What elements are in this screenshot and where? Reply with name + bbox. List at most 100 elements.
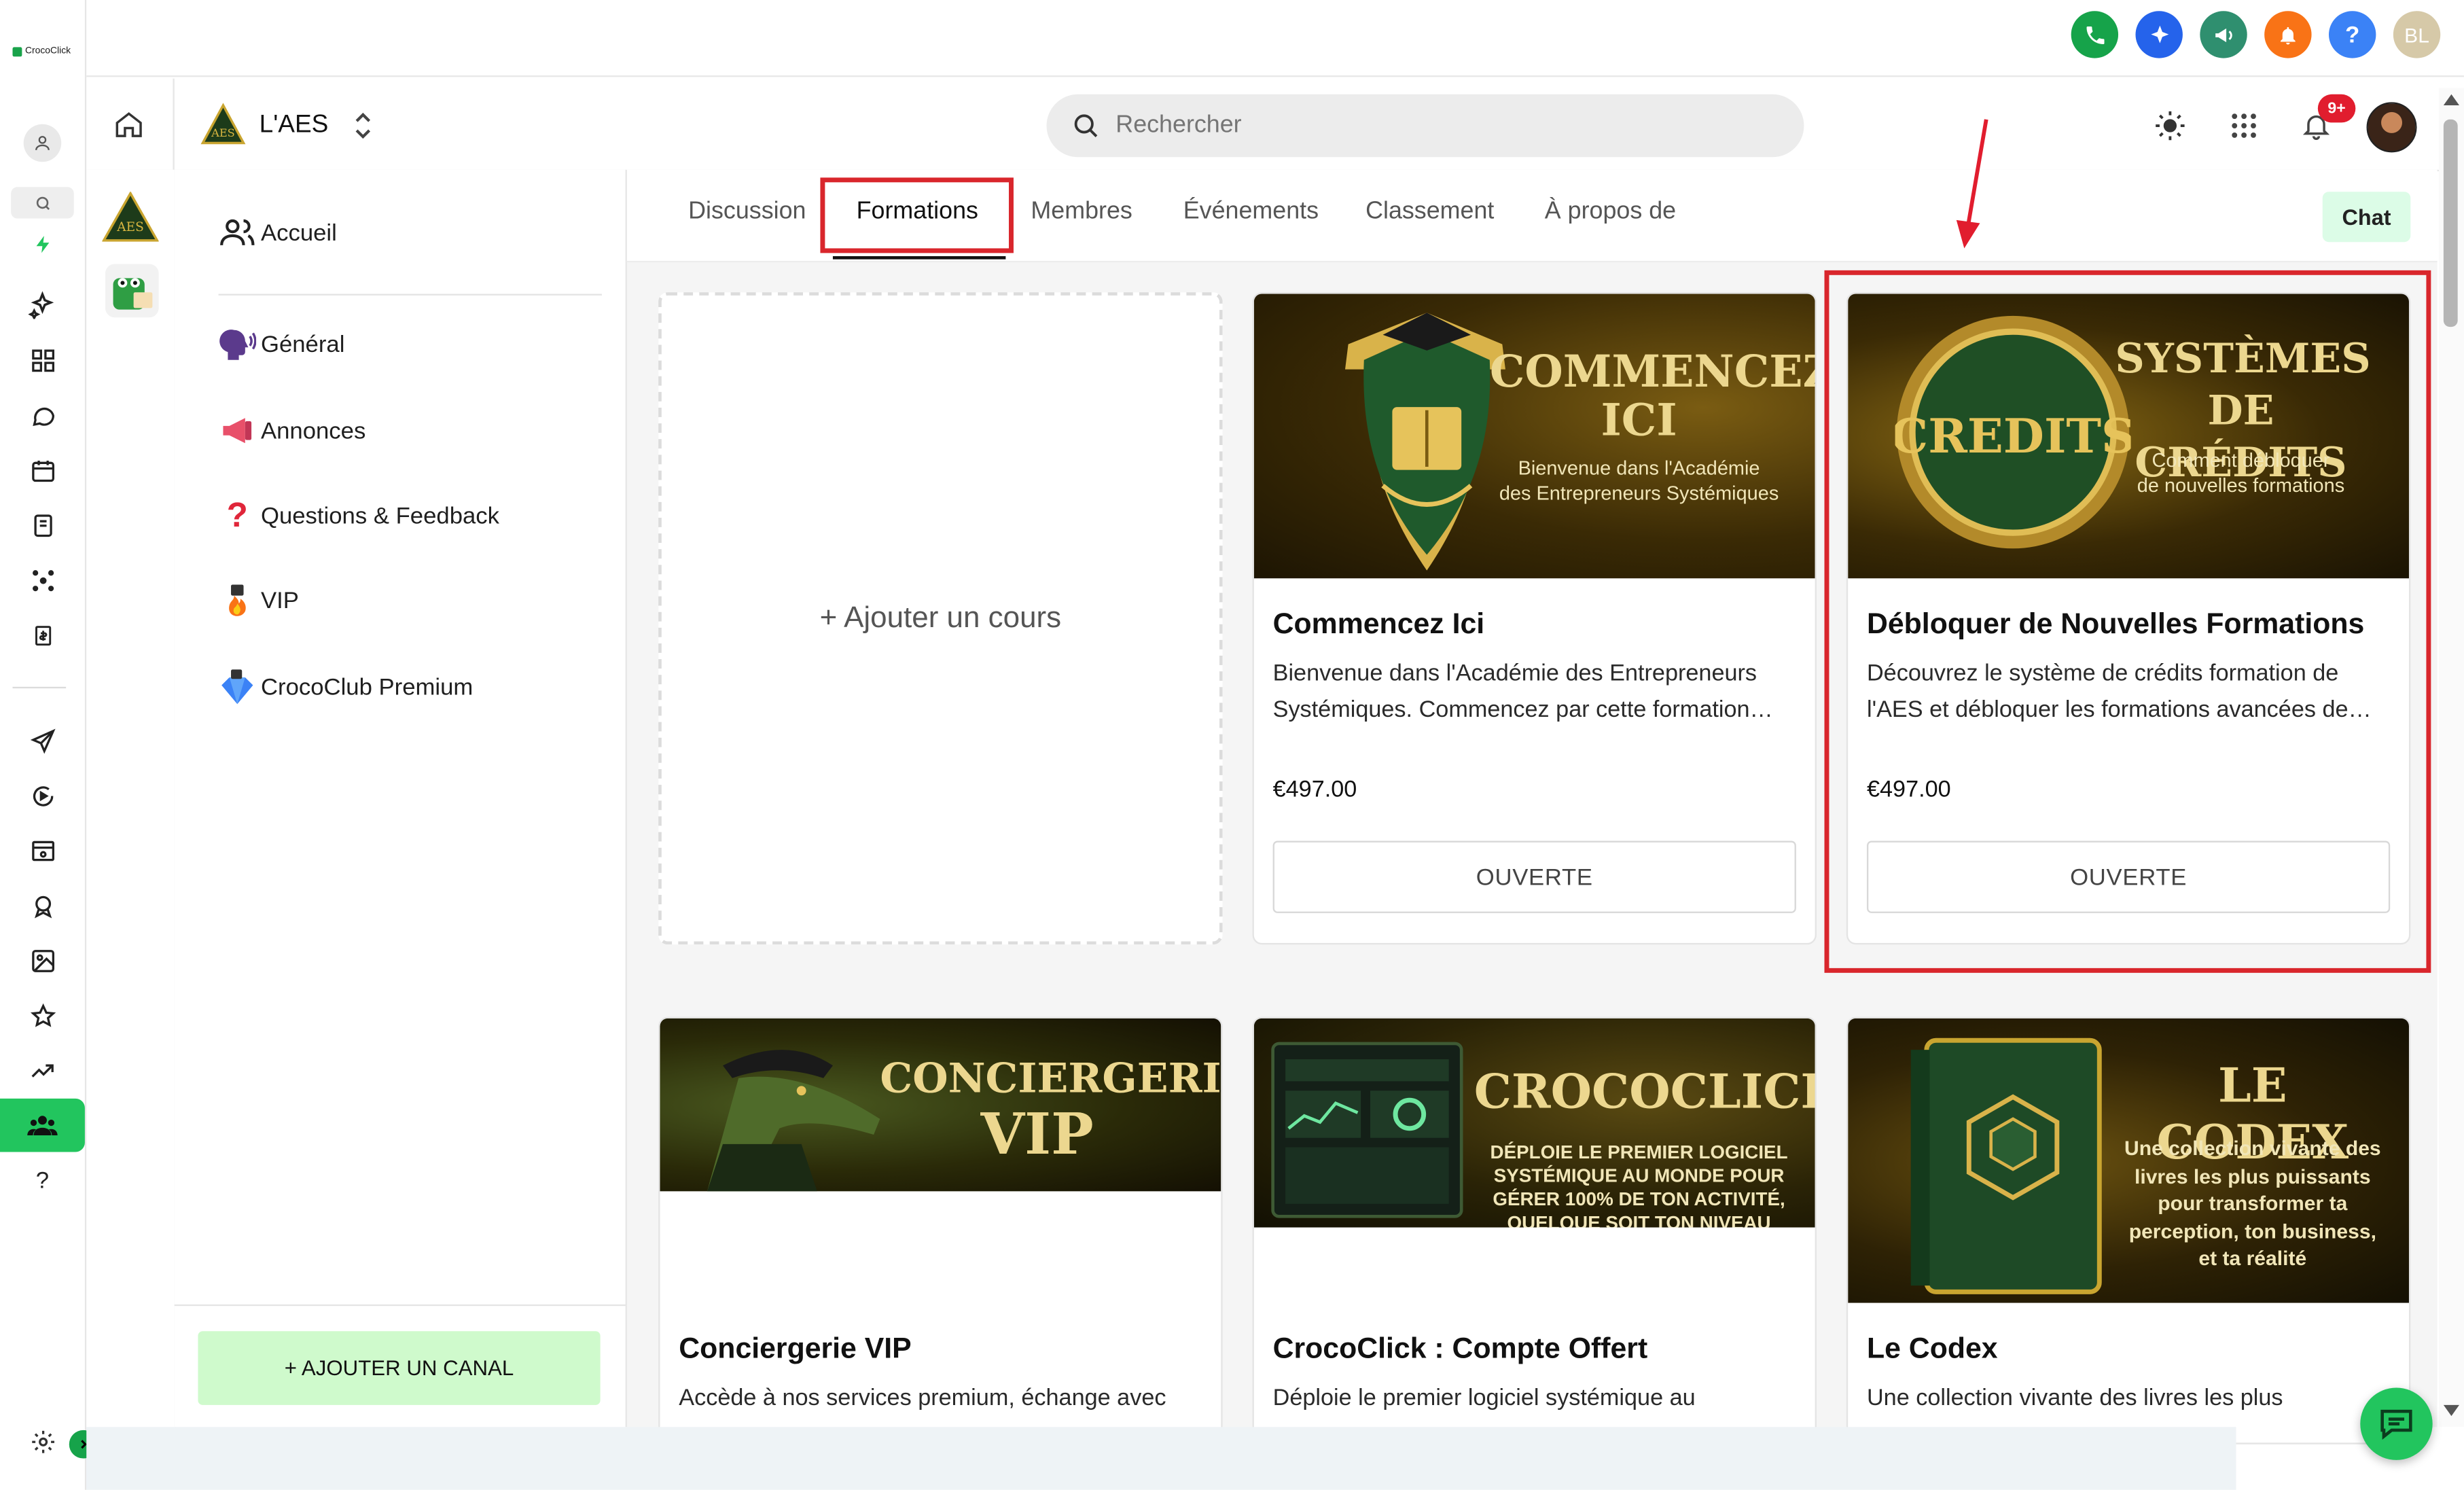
chat-button[interactable]: Chat: [2322, 192, 2411, 243]
workflow-icon[interactable]: [19, 556, 66, 603]
settings-gear-icon[interactable]: [19, 1417, 66, 1464]
laptop-dashboard-icon: [1271, 1042, 1463, 1218]
thumb-subtitle-line-2: des Entrepreneurs Systémiques: [1499, 482, 1779, 505]
profile-avatar[interactable]: [2366, 102, 2417, 153]
logo-mark-icon: [12, 47, 22, 57]
thumb-title-line-1: CROCOCLICK: [1474, 1065, 1815, 1121]
apps-grid-icon[interactable]: [2225, 107, 2263, 145]
aes-community-icon[interactable]: AES: [102, 192, 159, 242]
calendar-icon[interactable]: [19, 446, 66, 493]
media-icon[interactable]: [19, 937, 66, 984]
sidebar-item-questions[interactable]: ? Questions & Feedback: [219, 492, 500, 539]
ai-sparkle-icon[interactable]: [19, 281, 66, 328]
scrollbar-thumb[interactable]: [2443, 119, 2458, 327]
thumb-subtitle-line-4: QUELQUE SOIT TON NIVEAU: [1507, 1211, 1771, 1228]
course-thumbnail: CROCOCLICK DÉPLOIE LE PREMIER LOGICIEL S…: [1253, 1018, 1815, 1228]
tab-classement[interactable]: Classement: [1365, 198, 1494, 226]
sidebar-item-vip[interactable]: VIP: [219, 577, 299, 624]
reputation-icon[interactable]: [19, 882, 66, 929]
thumb-subtitle-line-1: DÉPLOIE LE PREMIER LOGICIEL: [1490, 1141, 1788, 1163]
scrollbar[interactable]: [2438, 88, 2464, 1427]
sidebar-item-annonces[interactable]: Annonces: [219, 407, 365, 454]
scroll-down-icon[interactable]: [2443, 1404, 2460, 1417]
course-description: Bienvenue dans l'Académie des Entreprene…: [1272, 661, 1773, 724]
sidebar-footer-divider: [174, 1304, 626, 1307]
brand-name: CrocoClick: [25, 47, 71, 57]
course-card[interactable]: COMMENCEZ ICI Bienvenue dans l'Académie …: [1252, 292, 1817, 945]
account-icon[interactable]: [19, 120, 66, 166]
thumb-title-line-1: COMMENCEZ: [1489, 345, 1815, 398]
course-description: Accède à nos services premium, échange a…: [679, 1386, 1166, 1412]
crococlub-community-icon[interactable]: [105, 264, 159, 318]
sidebar-item-general[interactable]: Général: [219, 321, 345, 368]
sidebar-item-crococlub-premium[interactable]: CrocoClub Premium: [219, 663, 473, 710]
thumb-title-line-2: ICI: [1601, 394, 1677, 446]
course-card[interactable]: CROCOCLICK DÉPLOIE LE PREMIER LOGICIEL S…: [1252, 1016, 1817, 1444]
thumb-subtitle-line-1: Bienvenue dans l'Académie: [1518, 457, 1760, 480]
codex-book-icon: [1910, 1037, 2102, 1294]
payments-icon[interactable]: [19, 611, 66, 658]
community-list: AES: [86, 169, 177, 1427]
svg-text:AES: AES: [211, 126, 235, 139]
help-icon[interactable]: ?: [2329, 11, 2376, 58]
rail-search-icon[interactable]: [11, 187, 74, 219]
phone-icon[interactable]: [2071, 11, 2119, 58]
star-icon[interactable]: [19, 992, 66, 1039]
sites-icon[interactable]: [19, 827, 66, 874]
chat-widget-icon[interactable]: [2360, 1387, 2433, 1460]
annotation-arrow-icon: [1956, 119, 1988, 249]
lightning-icon[interactable]: [19, 220, 66, 267]
notifications-badge: 9+: [2317, 94, 2356, 123]
tab-membres[interactable]: Membres: [1031, 198, 1132, 226]
thumb-subtitle-line-2: SYSTÉMIQUE AU MONDE POUR: [1493, 1165, 1785, 1187]
search-icon: [1074, 114, 1098, 138]
contacts-book-icon[interactable]: [19, 501, 66, 548]
conversations-icon[interactable]: [19, 391, 66, 438]
crococlick-logo[interactable]: CrocoClick: [12, 47, 71, 57]
community-header: AES L'AES 9+: [86, 78, 2464, 172]
course-thumbnail: COMMENCEZ ICI Bienvenue dans l'Académie …: [1253, 294, 1815, 579]
communities-icon[interactable]: [0, 1098, 85, 1152]
sidebar-item-label: Général: [260, 330, 345, 358]
course-thumbnail: CONCIERGERIE VIP: [660, 1018, 1221, 1192]
tab-discussion[interactable]: Discussion: [688, 198, 806, 226]
course-price: €497.00: [1272, 777, 1357, 803]
thumb-subtitle-line-3: pour transformer ta: [2158, 1191, 2348, 1216]
thumb-title-line-2: VIP: [980, 1101, 1094, 1168]
lock-diamond-icon: [221, 669, 253, 705]
search-bar[interactable]: [1046, 94, 1804, 158]
sidebar-item-label: Questions & Feedback: [260, 502, 500, 529]
reporting-icon[interactable]: [19, 1047, 66, 1094]
bottom-strip: [86, 1427, 2236, 1490]
sidebar-item-accueil[interactable]: Accueil: [219, 209, 337, 256]
tab-a-propos[interactable]: À propos de: [1545, 198, 1676, 226]
course-card[interactable]: LE CODEX Une collection vivante des livr…: [1846, 1016, 2411, 1444]
send-icon[interactable]: [19, 717, 66, 764]
search-input[interactable]: [1112, 109, 1748, 142]
thumb-subtitle-line-4: perception, ton business,: [2128, 1218, 2376, 1243]
dashboard-icon[interactable]: [19, 336, 66, 383]
add-channel-button[interactable]: + AJOUTER UN CANAL: [198, 1331, 601, 1405]
channel-sidebar: Accueil Général Annonces ? Questions & F…: [174, 169, 627, 1427]
megaphone-icon: [223, 418, 252, 444]
community-switcher-icon[interactable]: [347, 109, 378, 143]
automation-icon[interactable]: [19, 772, 66, 819]
course-open-button[interactable]: OUVERTE: [1272, 840, 1796, 913]
scroll-up-icon[interactable]: [2443, 94, 2460, 105]
bell-icon[interactable]: [2264, 11, 2312, 58]
user-avatar[interactable]: BL: [2393, 11, 2441, 58]
course-card[interactable]: CONCIERGERIE VIP Conciergerie VIP Accède…: [658, 1016, 1223, 1444]
community-name[interactable]: L'AES: [260, 111, 329, 140]
sparkle-icon[interactable]: [2135, 11, 2183, 58]
sidebar-divider: [218, 294, 602, 296]
tab-evenements[interactable]: Événements: [1183, 198, 1319, 226]
home-icon[interactable]: [109, 104, 149, 145]
sidebar-item-label: VIP: [260, 586, 299, 614]
megaphone-icon[interactable]: [2200, 11, 2247, 58]
active-tab-underline: [832, 256, 1006, 260]
community-logo[interactable]: AES: [200, 102, 247, 146]
help-question-icon[interactable]: ?: [19, 1156, 66, 1203]
add-course-button[interactable]: + Ajouter un cours: [658, 292, 1223, 945]
theme-sun-icon[interactable]: [2151, 107, 2190, 145]
speaking-head-icon: [219, 330, 257, 360]
